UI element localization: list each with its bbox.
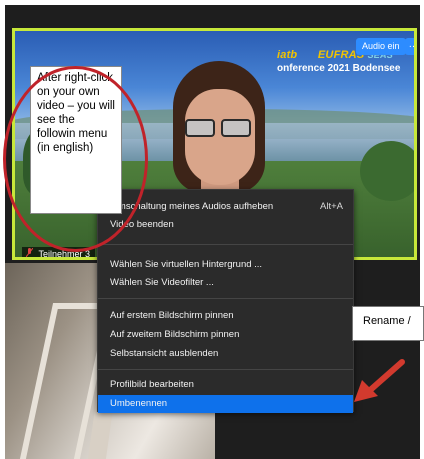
menu-item-video-filter[interactable]: Wählen Sie Videofilter ... — [98, 274, 353, 292]
menu-item-pin-first-screen[interactable]: Auf erstem Bildschirm pinnen — [98, 307, 353, 325]
menu-item-virtual-background[interactable]: Wählen Sie virtuellen Hintergrund ... — [98, 256, 353, 274]
rename-callout: Rename / — [352, 306, 424, 341]
menu-divider — [98, 298, 353, 299]
menu-item-shortcut: Alt+A — [320, 201, 343, 212]
menu-item-pin-second-screen[interactable]: Auf zweitem Bildschirm pinnen — [98, 326, 353, 344]
video-context-menu: mmschaltung meines Audios aufheben Alt+A… — [97, 189, 354, 413]
more-options-button[interactable]: … — [405, 38, 414, 55]
pointer-arrow-icon — [354, 359, 405, 402]
menu-divider — [98, 244, 353, 245]
menu-divider — [98, 369, 353, 370]
conference-logo-prefix: iatb — [277, 49, 298, 61]
participant-name-tag: Teilnehmer 3 — [22, 247, 96, 259]
menu-item-label: mmschaltung meines Audios aufheben — [110, 201, 274, 212]
background-tree — [360, 141, 414, 201]
participant-name: Teilnehmer 3 — [38, 249, 91, 259]
menu-item-unmute-audio[interactable]: mmschaltung meines Audios aufheben Alt+A — [98, 198, 353, 216]
menu-item-hide-self-view[interactable]: Selbstansicht ausblenden — [98, 345, 353, 363]
unmute-audio-button[interactable]: Audio ein — [356, 38, 406, 55]
tutorial-note: After right-click on your own video – yo… — [30, 66, 122, 214]
mic-muted-icon — [25, 247, 36, 257]
conference-title: onference 2021 Bodensee — [277, 63, 401, 74]
participant-glasses — [185, 119, 255, 139]
menu-item-edit-profile-picture[interactable]: Profilbild bearbeiten — [98, 376, 353, 394]
menu-item-rename[interactable]: Umbenennen — [98, 395, 353, 413]
menu-item-stop-video[interactable]: Video beenden — [98, 216, 353, 234]
